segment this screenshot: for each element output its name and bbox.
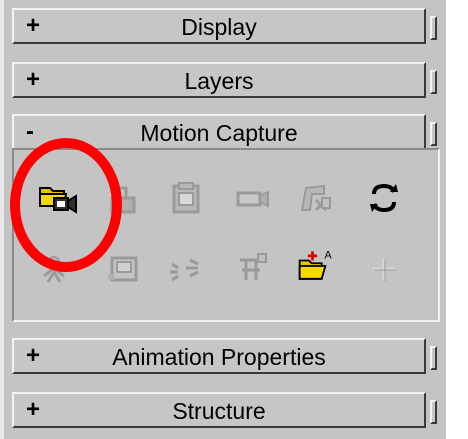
- svg-text:A: A: [324, 250, 332, 262]
- bone-icon[interactable]: [36, 248, 80, 288]
- scroll-nub: [430, 70, 437, 94]
- crosshair-icon[interactable]: [362, 248, 406, 288]
- command-panel: + Display + Layers - Motion Capture A + …: [0, 0, 446, 439]
- rollout-structure[interactable]: + Structure: [12, 392, 426, 428]
- motion-capture-body: [12, 148, 440, 322]
- panel-left-edge: [0, 0, 4, 439]
- filter-icon[interactable]: [232, 248, 276, 288]
- scroll-nub: [430, 346, 437, 370]
- scroll-nub: [430, 16, 437, 40]
- add-folder-icon[interactable]: A: [296, 246, 340, 286]
- clipboard-icon[interactable]: [164, 178, 208, 218]
- rollout-title: Animation Properties: [112, 344, 326, 370]
- rollout-display[interactable]: + Display: [12, 8, 426, 44]
- camera-icon[interactable]: [232, 178, 276, 218]
- rollout-animation-properties[interactable]: + Animation Properties: [12, 338, 426, 374]
- rollout-title: Structure: [172, 398, 266, 424]
- frame-icon[interactable]: [102, 248, 146, 288]
- background-edge: [446, 0, 468, 439]
- open-motion-capture-file-icon[interactable]: [36, 178, 80, 218]
- rollout-title: Display: [181, 14, 257, 40]
- scroll-nub: [430, 122, 437, 146]
- rollout-motion-capture[interactable]: - Motion Capture: [12, 114, 426, 150]
- refresh-icon[interactable]: [362, 178, 406, 218]
- rollout-title: Layers: [184, 68, 254, 94]
- footsteps-icon[interactable]: [164, 248, 208, 288]
- figure-mode-icon[interactable]: [294, 178, 338, 218]
- save-icon[interactable]: [102, 178, 146, 218]
- scroll-nub: [430, 400, 437, 424]
- rollout-layers[interactable]: + Layers: [12, 62, 426, 98]
- rollout-title: Motion Capture: [140, 120, 298, 146]
